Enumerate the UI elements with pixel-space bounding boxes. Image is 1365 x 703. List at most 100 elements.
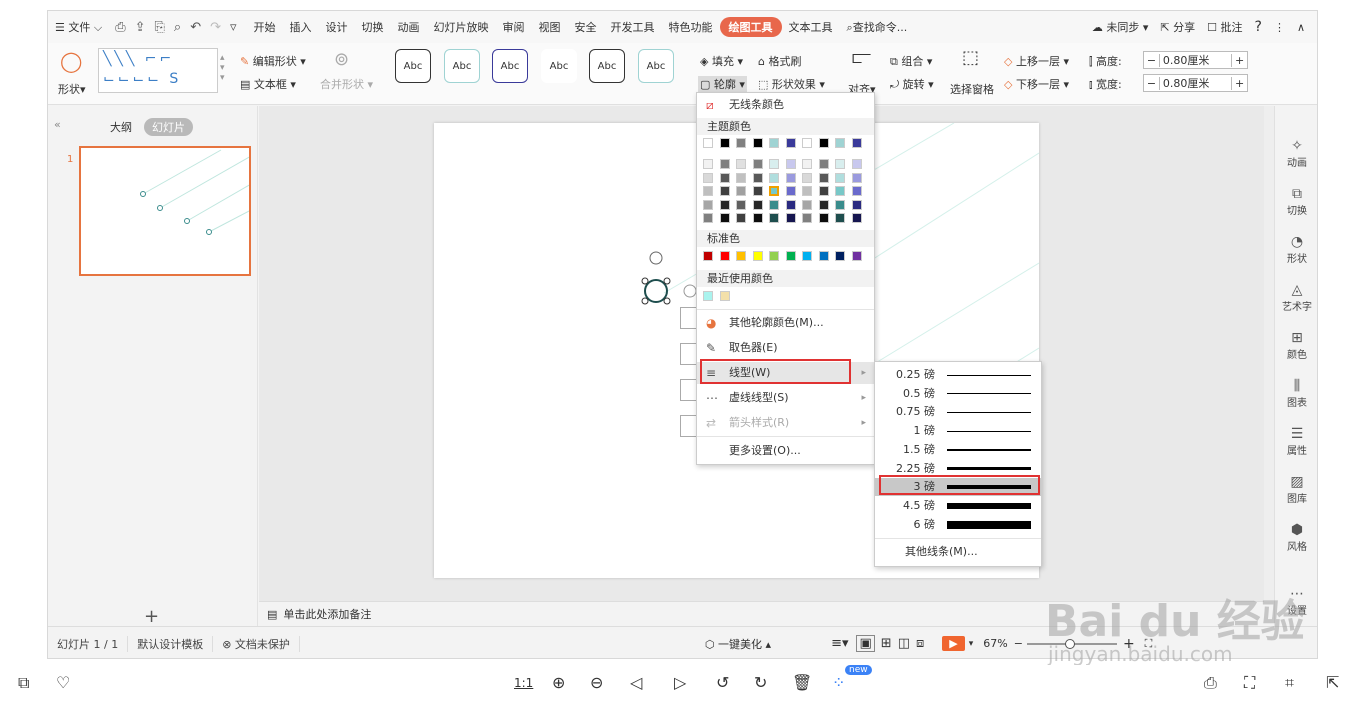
theme-shade-swatch[interactable] xyxy=(818,213,829,223)
theme-shade-swatch[interactable] xyxy=(835,186,845,196)
tab-outline[interactable]: 大纲 xyxy=(110,119,132,135)
theme-shade-swatch[interactable] xyxy=(736,172,746,183)
standard-color-swatch[interactable] xyxy=(769,251,779,261)
sidebar-wordart[interactable]: ◬ 艺术字 xyxy=(1275,282,1317,313)
tab-developer[interactable]: 开发工具 xyxy=(604,19,662,35)
height-input[interactable]: − 0.80厘米 + xyxy=(1143,51,1248,69)
theme-shade-swatch[interactable] xyxy=(752,159,763,169)
theme-color-swatch[interactable] xyxy=(785,138,796,148)
style-preset-5[interactable]: Abc xyxy=(589,49,625,83)
style-preset-2[interactable]: Abc xyxy=(444,49,480,83)
tab-slides[interactable]: 幻灯片 xyxy=(144,118,193,136)
theme-shade-swatch[interactable] xyxy=(785,213,796,223)
theme-shade-swatch[interactable] xyxy=(818,172,829,183)
shape-button[interactable]: 形状▾ xyxy=(58,81,86,97)
theme-shade-swatch[interactable] xyxy=(818,159,829,169)
theme-color-swatch[interactable] xyxy=(835,138,845,148)
line-weight-option[interactable]: 0.25 磅 xyxy=(875,366,1041,384)
view-sorter-icon[interactable]: ⊞ xyxy=(881,636,892,651)
zoom-out-button[interactable]: − xyxy=(1014,637,1023,650)
sidebar-chart[interactable]: ⫼ 图表 xyxy=(1275,378,1317,409)
standard-color-swatch[interactable] xyxy=(752,251,763,261)
standard-color-swatch[interactable] xyxy=(719,251,730,261)
theme-shade-swatch[interactable] xyxy=(851,199,862,210)
sidebar-shape[interactable]: ◔ 形状 xyxy=(1275,234,1317,265)
theme-shade-swatch[interactable] xyxy=(785,172,796,183)
theme-shade-swatch[interactable] xyxy=(719,213,730,223)
theme-shade-swatch[interactable] xyxy=(851,186,862,196)
zoom-value[interactable]: 67% xyxy=(983,637,1007,650)
recent-color-swatch[interactable] xyxy=(703,291,713,301)
rotate-button[interactable]: ⤾ 旋转 ▾ xyxy=(890,76,934,92)
theme-color-swatch[interactable] xyxy=(818,138,829,148)
share-button[interactable]: ⇱ 分享 xyxy=(1160,19,1195,35)
theme-shade-swatch[interactable] xyxy=(736,199,746,210)
theme-shade-swatch[interactable] xyxy=(802,199,812,210)
theme-shade-swatch[interactable] xyxy=(802,213,812,223)
theme-color-swatch[interactable] xyxy=(719,138,730,148)
play-options[interactable]: ▾ xyxy=(969,639,974,649)
bring-forward-button[interactable]: ◇ 上移一层 ▾ xyxy=(1004,53,1069,69)
width-decrease[interactable]: − xyxy=(1144,76,1160,90)
collapse-panel-icon[interactable]: « xyxy=(54,118,61,131)
theme-shade-swatch[interactable] xyxy=(785,186,796,196)
theme-shade-swatch[interactable] xyxy=(785,159,796,169)
sidebar-gallery[interactable]: ▨ 图库 xyxy=(1275,474,1317,505)
line-weight-option[interactable]: 4.5 磅 xyxy=(875,497,1041,515)
zoom-in-icon[interactable]: ⊕ xyxy=(552,673,565,692)
shape-effect-button[interactable]: ⬚ 形状效果 ▾ xyxy=(758,76,825,92)
theme-shade-swatch[interactable] xyxy=(802,159,812,169)
theme-shade-swatch[interactable] xyxy=(769,159,779,169)
more-lines-item[interactable]: 其他线条(M)... xyxy=(905,543,978,559)
line-weight-option[interactable]: 0.5 磅 xyxy=(875,385,1041,403)
more-icon[interactable]: ⋮ xyxy=(1274,21,1285,34)
actual-size-button[interactable]: 1:1 xyxy=(514,676,533,690)
export-viewer-icon[interactable]: ⇱ xyxy=(1326,673,1339,692)
line-weight-option[interactable]: 6 磅 xyxy=(875,516,1041,534)
theme-shade-swatch[interactable] xyxy=(703,159,713,169)
help-icon[interactable]: ? xyxy=(1255,19,1262,35)
theme-shade-swatch[interactable] xyxy=(769,172,779,183)
select-pane-button[interactable]: 选择窗格 xyxy=(950,81,994,97)
redo-icon[interactable]: ↷ xyxy=(210,20,221,35)
rotate-right-icon[interactable]: ↻ xyxy=(754,673,767,692)
theme-shade-swatch[interactable] xyxy=(719,159,730,169)
theme-shade-swatch[interactable] xyxy=(752,186,763,196)
tab-review[interactable]: 审阅 xyxy=(496,19,532,35)
collapse-ribbon-icon[interactable]: ∧ xyxy=(1297,21,1305,34)
next-icon[interactable]: ▷ xyxy=(674,673,686,692)
delete-icon[interactable]: 🗑 xyxy=(792,673,812,692)
sidebar-color[interactable]: ⊞ 颜色 xyxy=(1275,330,1317,361)
theme-shade-swatch[interactable] xyxy=(752,213,763,223)
theme-shade-swatch[interactable] xyxy=(835,159,845,169)
theme-color-swatch[interactable] xyxy=(802,138,812,148)
theme-shade-swatch[interactable] xyxy=(736,186,746,196)
customize-icon[interactable]: ▿ xyxy=(230,20,237,35)
undo-icon[interactable]: ↶ xyxy=(190,20,201,35)
merge-shape-button[interactable]: 合并形状 ▾ xyxy=(320,76,373,92)
theme-color-swatch[interactable] xyxy=(736,138,746,148)
comment-button[interactable]: ☐ 批注 xyxy=(1207,19,1242,35)
sidebar-properties[interactable]: ☰ 属性 xyxy=(1275,426,1317,457)
more-settings-item[interactable]: 更多设置(O)... xyxy=(697,440,874,462)
previous-icon[interactable]: ◁ xyxy=(630,673,642,692)
standard-color-swatch[interactable] xyxy=(835,251,845,261)
sidebar-animation[interactable]: ✧ 动画 xyxy=(1275,138,1317,169)
theme-shade-swatch[interactable] xyxy=(835,172,845,183)
folder-icon[interactable]: ⧉ xyxy=(18,673,29,693)
slide-thumbnail[interactable] xyxy=(79,146,252,276)
theme-shade-swatch[interactable] xyxy=(818,186,829,196)
line-weight-option[interactable]: 1.5 磅 xyxy=(875,441,1041,459)
theme-shade-swatch[interactable] xyxy=(736,159,746,169)
fullscreen-icon[interactable]: ⛶ xyxy=(1244,673,1255,693)
send-backward-button[interactable]: ◇ 下移一层 ▾ xyxy=(1004,76,1069,92)
apps-icon[interactable]: ⁘ xyxy=(832,673,845,692)
eyedropper-item[interactable]: ✎ 取色器(E) xyxy=(697,337,874,359)
print-icon[interactable]: ⎘ xyxy=(155,20,165,35)
theme-shade-swatch[interactable] xyxy=(769,199,779,210)
view-presenter-icon[interactable]: ⧈ xyxy=(916,636,924,651)
theme-shade-swatch[interactable] xyxy=(769,186,779,196)
line-weight-option[interactable]: 1 磅 xyxy=(875,422,1041,440)
theme-shade-swatch[interactable] xyxy=(785,199,796,210)
tab-start[interactable]: 开始 xyxy=(247,19,283,35)
